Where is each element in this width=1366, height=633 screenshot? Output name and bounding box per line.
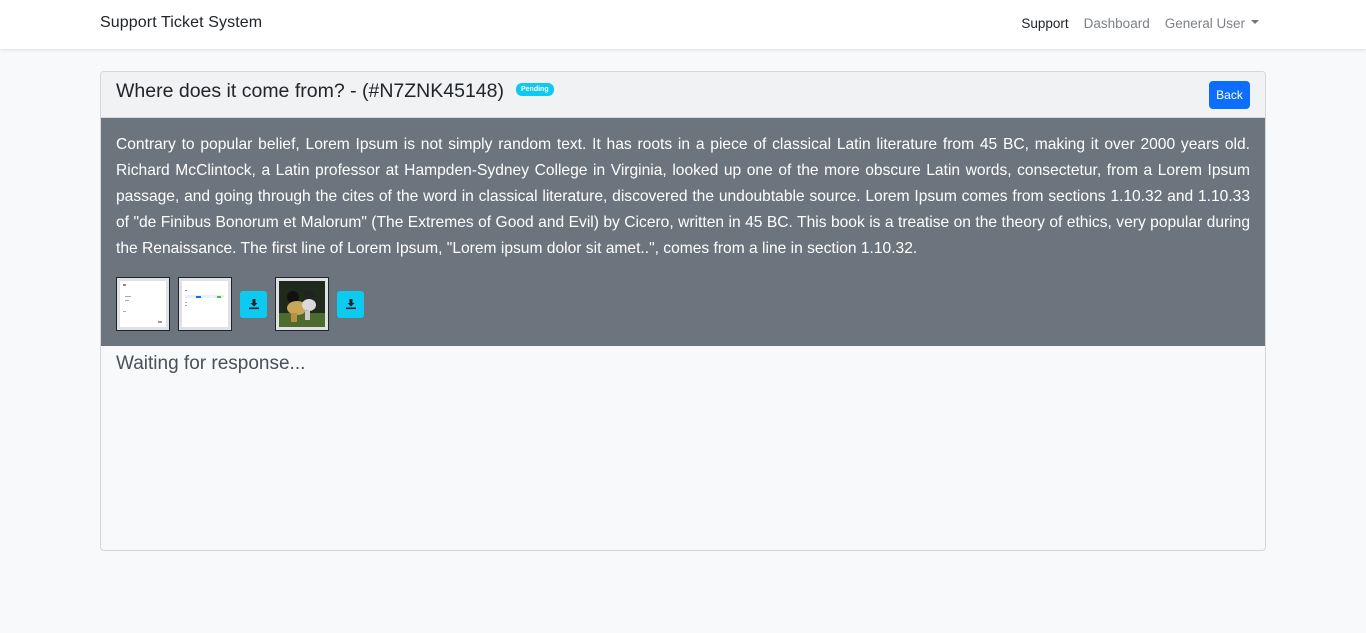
- photo-preview-icon: [279, 281, 325, 327]
- attachment-thumbnail[interactable]: [116, 277, 170, 331]
- document-thumbnail-image: [120, 281, 166, 327]
- nav-link-dashboard[interactable]: Dashboard: [1084, 16, 1150, 31]
- document-preview-icon: [182, 281, 228, 327]
- document-thumbnail-image: [182, 281, 228, 327]
- download-icon: [345, 299, 356, 310]
- document-preview-icon: [120, 281, 166, 327]
- ticket-description: Contrary to popular belief, Lorem Ipsum …: [116, 136, 1250, 257]
- navbar: Support Ticket System Support Dashboard …: [0, 0, 1366, 49]
- brand-link[interactable]: Support Ticket System: [100, 14, 262, 32]
- user-dropdown-label: General User: [1164, 16, 1245, 31]
- nav-link-support[interactable]: Support: [1021, 16, 1068, 31]
- download-icon: [248, 299, 259, 310]
- response-status: Waiting for response...: [116, 353, 306, 374]
- ticket-card: Where does it come from? - (#N7ZNK45148)…: [100, 71, 1266, 551]
- download-button[interactable]: [240, 290, 267, 318]
- nav-links: Support Dashboard General User: [1021, 16, 1259, 31]
- download-button[interactable]: [337, 290, 364, 318]
- caret-down-icon: [1251, 20, 1259, 25]
- attachment-thumbnail[interactable]: [178, 277, 232, 331]
- attachment-thumbnail[interactable]: [275, 277, 329, 331]
- status-badge: Pending: [516, 83, 554, 96]
- attachments: [116, 277, 372, 331]
- ticket-body: Contrary to popular belief, Lorem Ipsum …: [101, 118, 1265, 346]
- user-dropdown[interactable]: General User: [1165, 16, 1259, 31]
- ticket-header: Where does it come from? - (#N7ZNK45148)…: [101, 72, 1265, 118]
- back-button[interactable]: Back: [1209, 81, 1250, 109]
- photo-thumbnail-image: [279, 281, 325, 327]
- ticket-title: Where does it come from? - (#N7ZNK45148): [116, 80, 504, 102]
